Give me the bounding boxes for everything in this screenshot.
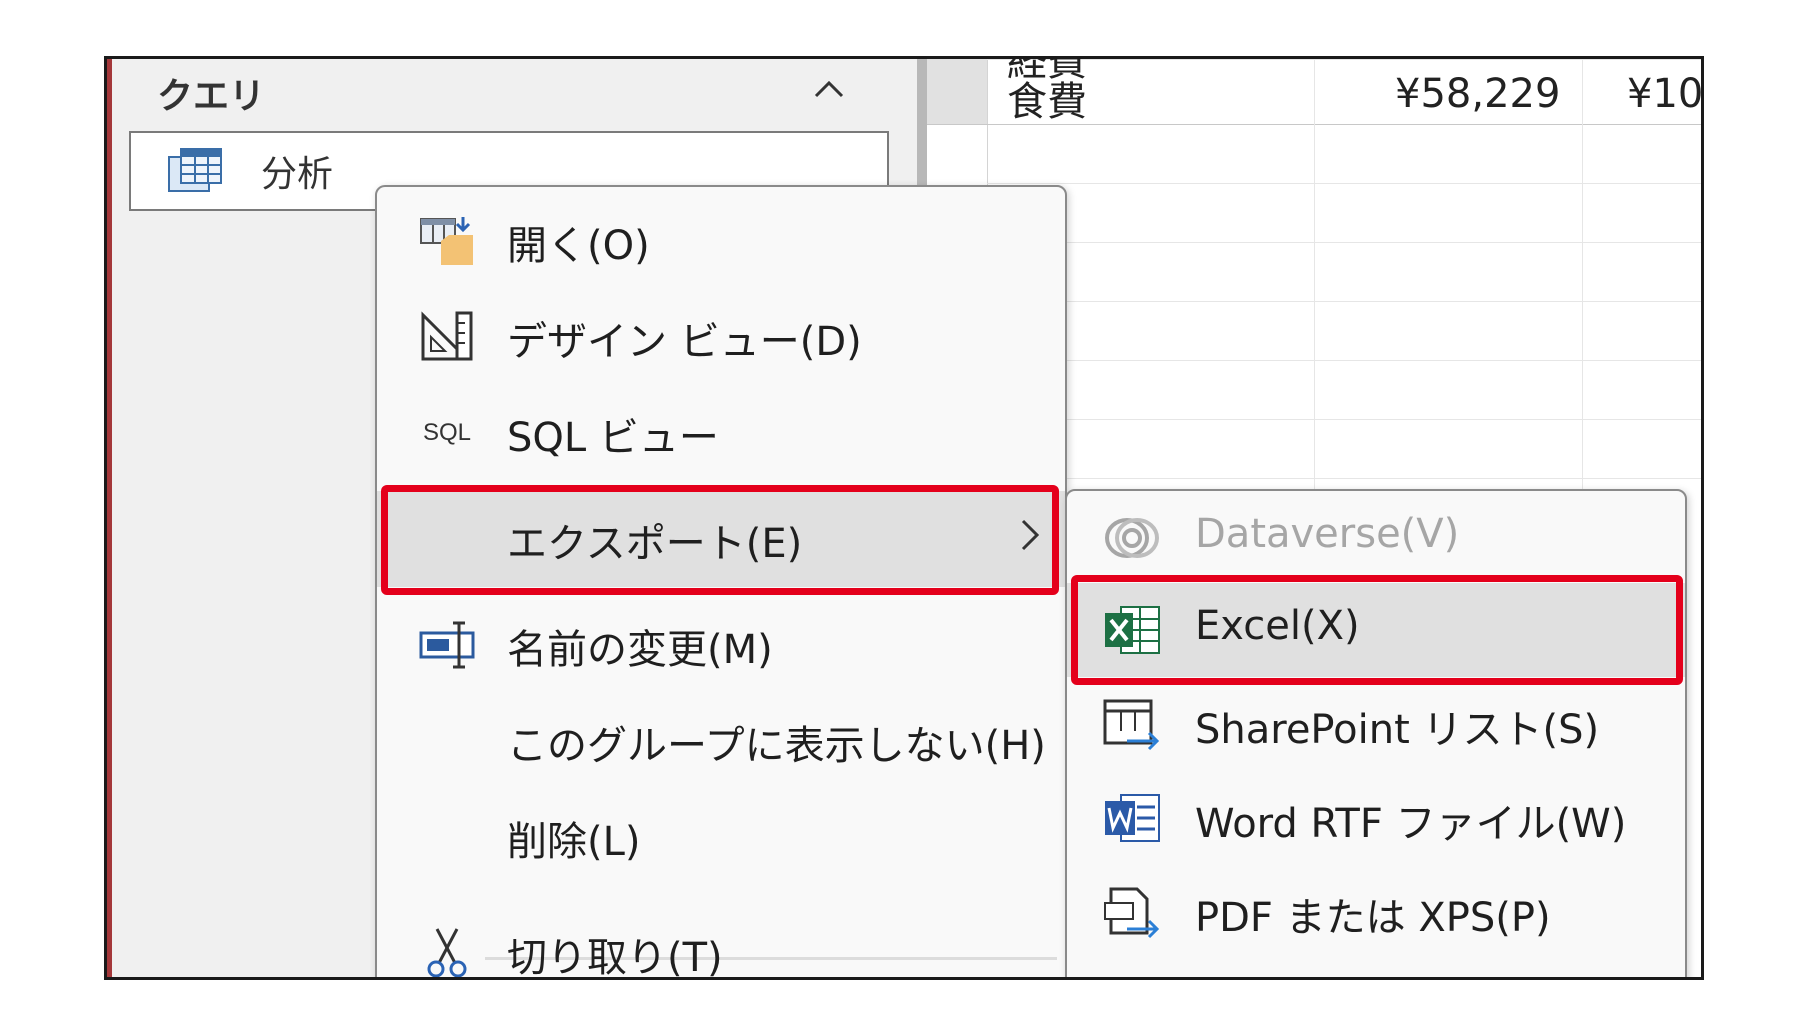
row-label-cell[interactable]: 食費 — [1007, 69, 1087, 127]
highlight-frame-export — [381, 485, 1059, 595]
menu-item-label: 削除(L) — [507, 819, 641, 865]
menu-item-label: 開く(O) — [507, 223, 650, 269]
nav-query-label: 分析 — [261, 154, 334, 195]
menu-item-label: 名前の変更(M) — [507, 627, 773, 673]
value-cell[interactable]: ¥10 — [1627, 71, 1701, 117]
nav-accent-bar — [107, 59, 112, 977]
submenu-item-sharepoint[interactable]: SharePoint リスト(S) — [1067, 677, 1685, 771]
scissors-icon — [419, 927, 475, 977]
pdf-xps-icon — [1103, 885, 1161, 939]
menu-item-design-view[interactable]: デザイン ビュー(D) — [377, 289, 1065, 385]
menu-item-sql-view[interactable]: SQL SQL ビュー — [377, 385, 1065, 481]
collapse-group-button[interactable] — [807, 69, 851, 109]
grid-line — [987, 360, 1701, 361]
menu-item-open[interactable]: 開く(O) — [377, 193, 1065, 289]
design-view-icon — [419, 311, 475, 363]
nav-group-header[interactable]: クエリ — [157, 67, 265, 119]
submenu-item-pdf-xps[interactable]: PDF または XPS(P) — [1067, 865, 1685, 959]
grid-line — [987, 242, 1701, 243]
sharepoint-list-icon — [1103, 697, 1161, 751]
dataverse-icon — [1103, 511, 1161, 565]
grid-line — [987, 419, 1701, 420]
grid-line — [987, 59, 1701, 60]
grid-line — [987, 183, 1701, 184]
highlight-frame-excel — [1071, 575, 1683, 685]
menu-item-rename[interactable]: 名前の変更(M) — [377, 597, 1065, 693]
open-icon — [419, 215, 475, 267]
value-cell[interactable]: ¥58,229 — [1395, 71, 1560, 117]
app-window: クエリ 分析 経費 食費 ¥58,229 ¥10 開く(O) デザイン ビュー(… — [104, 56, 1704, 980]
menu-item-delete[interactable]: 削除(L) — [377, 789, 1065, 885]
sql-icon-text: SQL — [422, 419, 472, 446]
sql-icon: SQL — [419, 407, 475, 459]
submenu-item-label: SharePoint リスト(S) — [1195, 707, 1600, 753]
menu-item-label: 切り取り(T) — [507, 935, 723, 980]
menu-item-cut[interactable]: 切り取り(T) — [377, 905, 1065, 980]
export-submenu: Dataverse(V) Excel(X) SharePoint リスト(S) … — [1065, 489, 1687, 977]
word-icon — [1103, 791, 1161, 845]
context-menu: 開く(O) デザイン ビュー(D) SQL SQL ビュー エクスポート(E) … — [375, 185, 1067, 980]
grid-line — [987, 301, 1701, 302]
menu-item-hide-in-group[interactable]: このグループに表示しない(H) — [377, 693, 1065, 789]
menu-item-label: デザイン ビュー(D) — [507, 319, 862, 365]
grid-line — [987, 478, 1701, 479]
submenu-item-label: Dataverse(V) — [1195, 511, 1460, 557]
rename-icon — [419, 619, 475, 671]
query-icon — [168, 148, 222, 192]
submenu-item-dataverse[interactable]: Dataverse(V) — [1067, 491, 1685, 585]
row-selector[interactable] — [927, 59, 987, 125]
submenu-item-word-rtf[interactable]: Word RTF ファイル(W) — [1067, 771, 1685, 865]
menu-item-label: このグループに表示しない(H) — [507, 723, 1046, 769]
chevron-up-icon — [814, 80, 844, 98]
submenu-item-label: Word RTF ファイル(W) — [1195, 801, 1627, 847]
submenu-item-label: PDF または XPS(P) — [1195, 895, 1551, 941]
menu-item-label: SQL ビュー — [507, 415, 719, 461]
grid-line — [987, 124, 1701, 125]
